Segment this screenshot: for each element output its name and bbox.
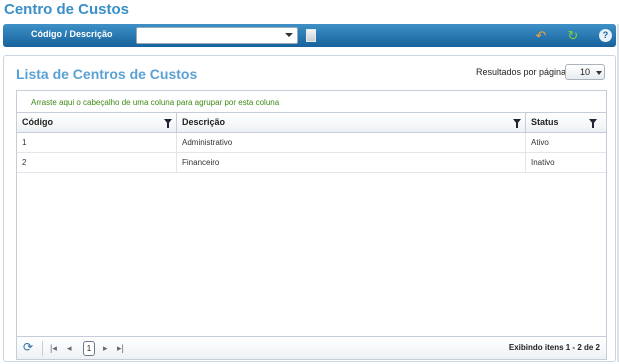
chevron-down-icon[interactable] [285,33,293,37]
column-header-descricao[interactable]: Descrição [177,113,526,133]
results-per-page-select[interactable]: 10 [565,64,605,80]
current-page-button[interactable]: 1 [83,341,95,356]
next-page-icon[interactable]: ▸ [103,342,108,354]
first-page-icon[interactable]: |◂ [50,342,57,354]
column-header-label: Status [531,117,559,127]
cell-status: Ativo [531,138,549,147]
search-label: Código / Descrição [31,29,113,39]
cell-status: Inativo [531,158,555,167]
column-header-codigo[interactable]: Código [17,113,177,133]
pager-divider [42,341,43,356]
chevron-down-icon [596,71,602,75]
group-by-drop-area[interactable]: Arraste aqui o cabeçalho de uma coluna p… [17,91,606,113]
table-row[interactable]: 2 Financeiro Inativo [17,153,606,173]
grid-header: Código Descrição Status [17,113,606,133]
filter-icon[interactable] [589,119,597,128]
cost-center-list-panel: Lista de Centros de Custos Resultados po… [3,55,616,362]
grid-pager: ⟳ |◂ ◂ 1 ▸ ▸| Exibindo itens 1 - 2 de 2 [17,336,606,359]
reload-icon[interactable]: ⟳ [23,341,37,355]
results-per-page-value: 10 [580,67,591,77]
cell-codigo: 1 [17,133,177,153]
page-title: Centro de Custos [4,1,130,18]
refresh-icon[interactable]: ↻ [565,28,581,43]
last-page-icon[interactable]: ▸| [117,342,124,354]
data-grid: Arraste aqui o cabeçalho de uma coluna p… [16,90,607,360]
help-icon[interactable]: ? [599,29,612,42]
document-icon[interactable] [306,29,316,42]
results-per-page-label: Resultados por página [476,67,567,77]
list-title: Lista de Centros de Custos [16,66,198,82]
pager-info: Exibindo itens 1 - 2 de 2 [508,343,600,352]
cell-codigo: 2 [17,153,177,173]
table-row[interactable]: 1 Administrativo Ativo [17,133,606,153]
cell-descricao: Financeiro [177,153,526,173]
undo-icon[interactable]: ↶ [533,28,549,43]
column-header-label: Descrição [182,117,226,127]
filter-icon[interactable] [164,119,172,128]
toolbar: Código / Descrição ↶ ↻ ? [3,24,616,47]
filter-icon[interactable] [513,119,521,128]
column-header-status[interactable]: Status [526,113,606,133]
previous-page-icon[interactable]: ◂ [67,342,72,354]
cell-descricao: Administrativo [177,133,526,153]
column-header-label: Código [22,117,53,127]
search-input[interactable] [136,27,298,44]
